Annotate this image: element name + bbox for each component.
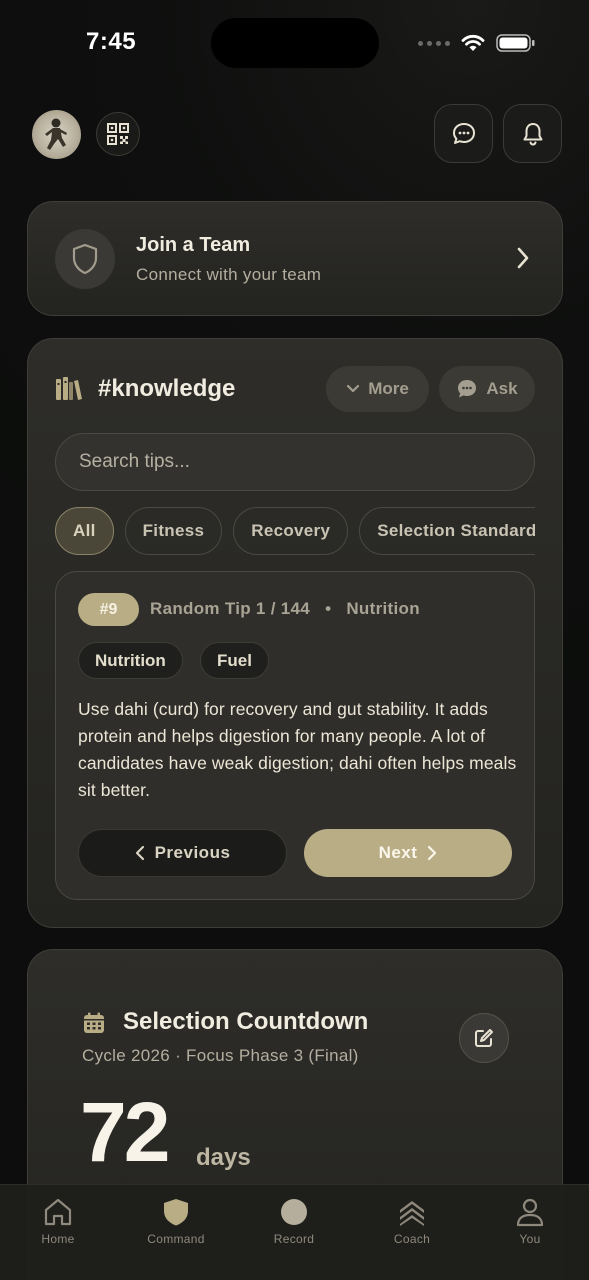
knowledge-card: #knowledge More Ask Search tips... All F… bbox=[27, 338, 563, 928]
record-icon bbox=[281, 1199, 307, 1225]
chip-all[interactable]: All bbox=[55, 507, 114, 555]
countdown-subtitle: Cycle 2026 · Focus Phase 3 (Final) bbox=[82, 1046, 359, 1065]
bottom-tab-bar: Home Command Record Coach You bbox=[0, 1184, 589, 1280]
search-tips-input[interactable]: Search tips... bbox=[55, 433, 535, 491]
next-button[interactable]: Next bbox=[304, 829, 512, 877]
tab-you[interactable]: You bbox=[480, 1197, 580, 1246]
category-filter-chips: All Fitness Recovery Selection Standards bbox=[55, 507, 535, 555]
tip-card: #9 Random Tip 1 / 144 • Nutrition Nutrit… bbox=[55, 571, 535, 900]
tip-meta: Random Tip 1 / 144 • Nutrition bbox=[150, 599, 420, 619]
tab-home[interactable]: Home bbox=[8, 1197, 108, 1246]
runner-photo bbox=[45, 118, 67, 150]
chat-icon bbox=[452, 122, 475, 144]
tip-number-badge: #9 bbox=[78, 593, 139, 626]
library-books-icon bbox=[56, 377, 82, 400]
status-indicators bbox=[418, 30, 536, 56]
avatar[interactable] bbox=[32, 110, 81, 159]
chat-bubble-icon bbox=[458, 380, 477, 398]
next-label: Next bbox=[378, 843, 418, 862]
tab-record-label: Record bbox=[273, 1232, 315, 1246]
status-time: 7:45 bbox=[86, 28, 137, 55]
countdown-days-value: 72 bbox=[80, 1085, 170, 1179]
join-team-title: Join a Team bbox=[136, 234, 251, 256]
more-button[interactable]: More bbox=[326, 366, 429, 412]
chevron-left-icon bbox=[135, 845, 144, 861]
edit-icon bbox=[475, 1029, 493, 1047]
chevrons-up-icon bbox=[400, 1201, 424, 1226]
countdown-days-unit: days bbox=[196, 1144, 251, 1171]
team-shield-badge bbox=[55, 229, 115, 289]
tab-command-label: Command bbox=[147, 1232, 205, 1246]
tab-home-label: Home bbox=[41, 1232, 75, 1246]
countdown-title: Selection Countdown bbox=[123, 1008, 369, 1035]
chip-recovery[interactable]: Recovery bbox=[233, 507, 349, 555]
tip-meta-separator: • bbox=[325, 599, 332, 618]
tag-fuel: Fuel bbox=[200, 642, 269, 679]
qr-code-button[interactable] bbox=[96, 112, 140, 156]
shield-icon bbox=[164, 1199, 188, 1226]
join-team-card[interactable]: Join a Team Connect with your team bbox=[27, 201, 563, 316]
home-icon bbox=[44, 1198, 72, 1226]
join-team-subtitle: Connect with your team bbox=[136, 265, 322, 284]
notifications-button[interactable] bbox=[503, 104, 562, 163]
knowledge-title: #knowledge bbox=[98, 375, 236, 402]
chevron-down-icon bbox=[347, 384, 360, 393]
tab-coach[interactable]: Coach bbox=[362, 1197, 462, 1246]
chip-selection-standards[interactable]: Selection Standards bbox=[359, 507, 535, 555]
edit-countdown-button[interactable] bbox=[459, 1013, 509, 1063]
more-label: More bbox=[368, 379, 409, 398]
shield-outline-icon bbox=[72, 243, 98, 275]
chip-fitness[interactable]: Fitness bbox=[124, 507, 223, 555]
battery-icon bbox=[496, 34, 535, 52]
chevron-right-icon bbox=[517, 247, 529, 269]
calendar-icon bbox=[84, 1012, 104, 1033]
user-icon bbox=[516, 1198, 544, 1227]
messages-button[interactable] bbox=[434, 104, 493, 163]
wifi-icon bbox=[461, 34, 485, 51]
tip-body: Use dahi (curd) for recovery and gut sta… bbox=[78, 699, 517, 800]
tip-category: Nutrition bbox=[346, 599, 420, 618]
tab-record[interactable]: Record bbox=[244, 1197, 344, 1246]
dynamic-island bbox=[211, 18, 379, 68]
previous-label: Previous bbox=[154, 843, 231, 862]
previous-button[interactable]: Previous bbox=[78, 829, 287, 877]
ask-button[interactable]: Ask bbox=[439, 366, 535, 412]
ask-label: Ask bbox=[486, 379, 518, 398]
tab-you-label: You bbox=[519, 1232, 541, 1246]
tab-command[interactable]: Command bbox=[126, 1197, 226, 1246]
signal-dots-icon bbox=[418, 40, 450, 46]
tag-nutrition: Nutrition bbox=[78, 642, 183, 679]
tab-coach-label: Coach bbox=[393, 1232, 431, 1246]
tip-counter: Random Tip 1 / 144 bbox=[150, 599, 311, 618]
chevron-right-icon bbox=[428, 845, 437, 861]
qr-code-icon bbox=[107, 123, 129, 145]
bell-icon bbox=[523, 122, 542, 146]
